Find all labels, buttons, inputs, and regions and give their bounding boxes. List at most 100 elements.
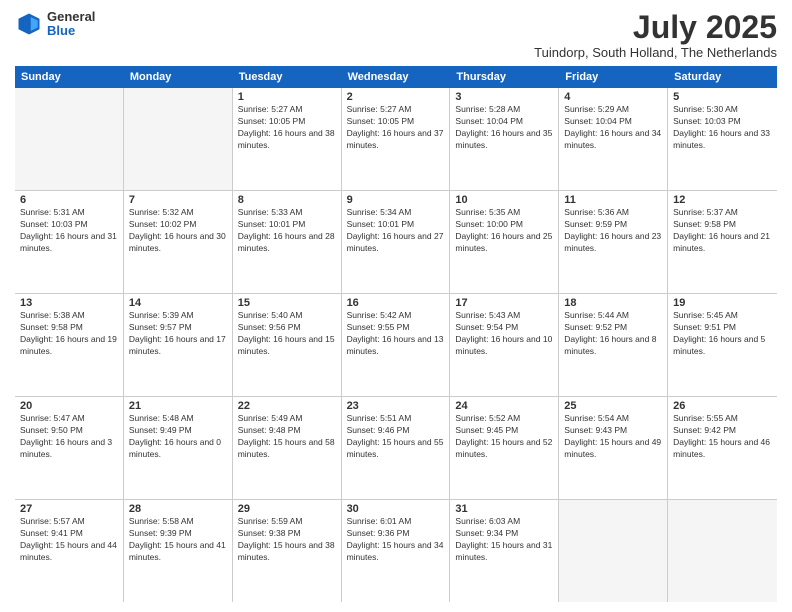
day-number: 30 bbox=[347, 503, 445, 515]
day-info: Sunrise: 5:35 AM Sunset: 10:00 PM Daylig… bbox=[455, 207, 553, 255]
day-cell-1-3: 1Sunrise: 5:27 AM Sunset: 10:05 PM Dayli… bbox=[233, 88, 342, 190]
day-info: Sunrise: 5:34 AM Sunset: 10:01 PM Daylig… bbox=[347, 207, 445, 255]
day-info: Sunrise: 5:42 AM Sunset: 9:55 PM Dayligh… bbox=[347, 310, 445, 358]
title-block: July 2025 Tuindorp, South Holland, The N… bbox=[534, 10, 777, 60]
day-cell-5-3: 29Sunrise: 5:59 AM Sunset: 9:38 PM Dayli… bbox=[233, 500, 342, 602]
day-info: Sunrise: 6:03 AM Sunset: 9:34 PM Dayligh… bbox=[455, 516, 553, 564]
day-cell-2-6: 11Sunrise: 5:36 AM Sunset: 9:59 PM Dayli… bbox=[559, 191, 668, 293]
day-info: Sunrise: 5:28 AM Sunset: 10:04 PM Daylig… bbox=[455, 104, 553, 152]
day-cell-2-7: 12Sunrise: 5:37 AM Sunset: 9:58 PM Dayli… bbox=[668, 191, 777, 293]
day-number: 10 bbox=[455, 194, 553, 206]
day-cell-5-5: 31Sunrise: 6:03 AM Sunset: 9:34 PM Dayli… bbox=[450, 500, 559, 602]
day-number: 18 bbox=[564, 297, 662, 309]
day-number: 26 bbox=[673, 400, 772, 412]
day-number: 12 bbox=[673, 194, 772, 206]
day-cell-1-1 bbox=[15, 88, 124, 190]
day-cell-3-3: 15Sunrise: 5:40 AM Sunset: 9:56 PM Dayli… bbox=[233, 294, 342, 396]
day-info: Sunrise: 5:27 AM Sunset: 10:05 PM Daylig… bbox=[347, 104, 445, 152]
day-cell-4-4: 23Sunrise: 5:51 AM Sunset: 9:46 PM Dayli… bbox=[342, 397, 451, 499]
day-info: Sunrise: 5:32 AM Sunset: 10:02 PM Daylig… bbox=[129, 207, 227, 255]
month-title: July 2025 bbox=[534, 10, 777, 45]
day-number: 31 bbox=[455, 503, 553, 515]
day-info: Sunrise: 5:51 AM Sunset: 9:46 PM Dayligh… bbox=[347, 413, 445, 461]
logo-blue-text: Blue bbox=[47, 24, 95, 38]
day-info: Sunrise: 6:01 AM Sunset: 9:36 PM Dayligh… bbox=[347, 516, 445, 564]
header-saturday: Saturday bbox=[668, 66, 777, 88]
page-header: General Blue July 2025 Tuindorp, South H… bbox=[15, 10, 777, 60]
day-cell-1-2 bbox=[124, 88, 233, 190]
day-cell-5-4: 30Sunrise: 6:01 AM Sunset: 9:36 PM Dayli… bbox=[342, 500, 451, 602]
header-friday: Friday bbox=[559, 66, 668, 88]
day-number: 23 bbox=[347, 400, 445, 412]
day-cell-3-2: 14Sunrise: 5:39 AM Sunset: 9:57 PM Dayli… bbox=[124, 294, 233, 396]
header-sunday: Sunday bbox=[15, 66, 124, 88]
logo-general-text: General bbox=[47, 10, 95, 24]
logo-icon bbox=[15, 10, 43, 38]
day-cell-5-2: 28Sunrise: 5:58 AM Sunset: 9:39 PM Dayli… bbox=[124, 500, 233, 602]
day-cell-1-5: 3Sunrise: 5:28 AM Sunset: 10:04 PM Dayli… bbox=[450, 88, 559, 190]
day-cell-1-6: 4Sunrise: 5:29 AM Sunset: 10:04 PM Dayli… bbox=[559, 88, 668, 190]
day-cell-2-3: 8Sunrise: 5:33 AM Sunset: 10:01 PM Dayli… bbox=[233, 191, 342, 293]
day-info: Sunrise: 5:40 AM Sunset: 9:56 PM Dayligh… bbox=[238, 310, 336, 358]
day-number: 29 bbox=[238, 503, 336, 515]
logo: General Blue bbox=[15, 10, 95, 39]
day-info: Sunrise: 5:59 AM Sunset: 9:38 PM Dayligh… bbox=[238, 516, 336, 564]
day-info: Sunrise: 5:43 AM Sunset: 9:54 PM Dayligh… bbox=[455, 310, 553, 358]
day-number: 22 bbox=[238, 400, 336, 412]
day-cell-5-1: 27Sunrise: 5:57 AM Sunset: 9:41 PM Dayli… bbox=[15, 500, 124, 602]
day-info: Sunrise: 5:58 AM Sunset: 9:39 PM Dayligh… bbox=[129, 516, 227, 564]
day-info: Sunrise: 5:48 AM Sunset: 9:49 PM Dayligh… bbox=[129, 413, 227, 461]
day-info: Sunrise: 5:39 AM Sunset: 9:57 PM Dayligh… bbox=[129, 310, 227, 358]
week-row-4: 20Sunrise: 5:47 AM Sunset: 9:50 PM Dayli… bbox=[15, 397, 777, 500]
day-info: Sunrise: 5:55 AM Sunset: 9:42 PM Dayligh… bbox=[673, 413, 772, 461]
week-row-3: 13Sunrise: 5:38 AM Sunset: 9:58 PM Dayli… bbox=[15, 294, 777, 397]
day-cell-1-4: 2Sunrise: 5:27 AM Sunset: 10:05 PM Dayli… bbox=[342, 88, 451, 190]
day-cell-1-7: 5Sunrise: 5:30 AM Sunset: 10:03 PM Dayli… bbox=[668, 88, 777, 190]
day-cell-4-1: 20Sunrise: 5:47 AM Sunset: 9:50 PM Dayli… bbox=[15, 397, 124, 499]
calendar-header: Sunday Monday Tuesday Wednesday Thursday… bbox=[15, 66, 777, 88]
day-number: 2 bbox=[347, 91, 445, 103]
day-number: 5 bbox=[673, 91, 772, 103]
day-cell-5-6 bbox=[559, 500, 668, 602]
day-info: Sunrise: 5:33 AM Sunset: 10:01 PM Daylig… bbox=[238, 207, 336, 255]
week-row-1: 1 Sunrise: 5:27 AM Sunset: 10:05 PM Dayli… bbox=[15, 88, 777, 191]
day-number: 16 bbox=[347, 297, 445, 309]
day-number: 13 bbox=[20, 297, 118, 309]
page: General Blue July 2025 Tuindorp, South H… bbox=[0, 0, 792, 612]
day-number: 24 bbox=[455, 400, 553, 412]
day-number: 9 bbox=[347, 194, 445, 206]
day-info: Sunrise: 5:31 AM Sunset: 10:03 PM Daylig… bbox=[20, 207, 118, 255]
day-cell-3-6: 18Sunrise: 5:44 AM Sunset: 9:52 PM Dayli… bbox=[559, 294, 668, 396]
day-cell-5-7 bbox=[668, 500, 777, 602]
day-cell-4-5: 24Sunrise: 5:52 AM Sunset: 9:45 PM Dayli… bbox=[450, 397, 559, 499]
day-cell-3-4: 16Sunrise: 5:42 AM Sunset: 9:55 PM Dayli… bbox=[342, 294, 451, 396]
header-thursday: Thursday bbox=[450, 66, 559, 88]
calendar: Sunday Monday Tuesday Wednesday Thursday… bbox=[15, 66, 777, 602]
day-info: Sunrise: 5:45 AM Sunset: 9:51 PM Dayligh… bbox=[673, 310, 772, 358]
header-monday: Monday bbox=[124, 66, 233, 88]
day-cell-2-2: 7Sunrise: 5:32 AM Sunset: 10:02 PM Dayli… bbox=[124, 191, 233, 293]
day-cell-2-5: 10Sunrise: 5:35 AM Sunset: 10:00 PM Dayl… bbox=[450, 191, 559, 293]
day-info: Sunrise: 5:52 AM Sunset: 9:45 PM Dayligh… bbox=[455, 413, 553, 461]
day-cell-3-5: 17Sunrise: 5:43 AM Sunset: 9:54 PM Dayli… bbox=[450, 294, 559, 396]
day-cell-2-4: 9Sunrise: 5:34 AM Sunset: 10:01 PM Dayli… bbox=[342, 191, 451, 293]
week-row-5: 27Sunrise: 5:57 AM Sunset: 9:41 PM Dayli… bbox=[15, 500, 777, 602]
day-cell-3-1: 13Sunrise: 5:38 AM Sunset: 9:58 PM Dayli… bbox=[15, 294, 124, 396]
header-tuesday: Tuesday bbox=[233, 66, 342, 88]
day-info: Sunrise: 5:44 AM Sunset: 9:52 PM Dayligh… bbox=[564, 310, 662, 358]
day-info: Sunrise: 5:57 AM Sunset: 9:41 PM Dayligh… bbox=[20, 516, 118, 564]
day-info: Sunrise: 5:29 AM Sunset: 10:04 PM Daylig… bbox=[564, 104, 662, 152]
day-number: 14 bbox=[129, 297, 227, 309]
day-number: 8 bbox=[238, 194, 336, 206]
day-number: 15 bbox=[238, 297, 336, 309]
day-info: Sunrise: 5:54 AM Sunset: 9:43 PM Dayligh… bbox=[564, 413, 662, 461]
day-cell-4-6: 25Sunrise: 5:54 AM Sunset: 9:43 PM Dayli… bbox=[559, 397, 668, 499]
header-wednesday: Wednesday bbox=[342, 66, 451, 88]
day-cell-4-3: 22Sunrise: 5:49 AM Sunset: 9:48 PM Dayli… bbox=[233, 397, 342, 499]
day-number: 11 bbox=[564, 194, 662, 206]
day-info: Sunrise: 5:47 AM Sunset: 9:50 PM Dayligh… bbox=[20, 413, 118, 461]
day-number: 21 bbox=[129, 400, 227, 412]
day-number: 1 bbox=[238, 91, 336, 103]
day-number: 20 bbox=[20, 400, 118, 412]
day-number: 25 bbox=[564, 400, 662, 412]
